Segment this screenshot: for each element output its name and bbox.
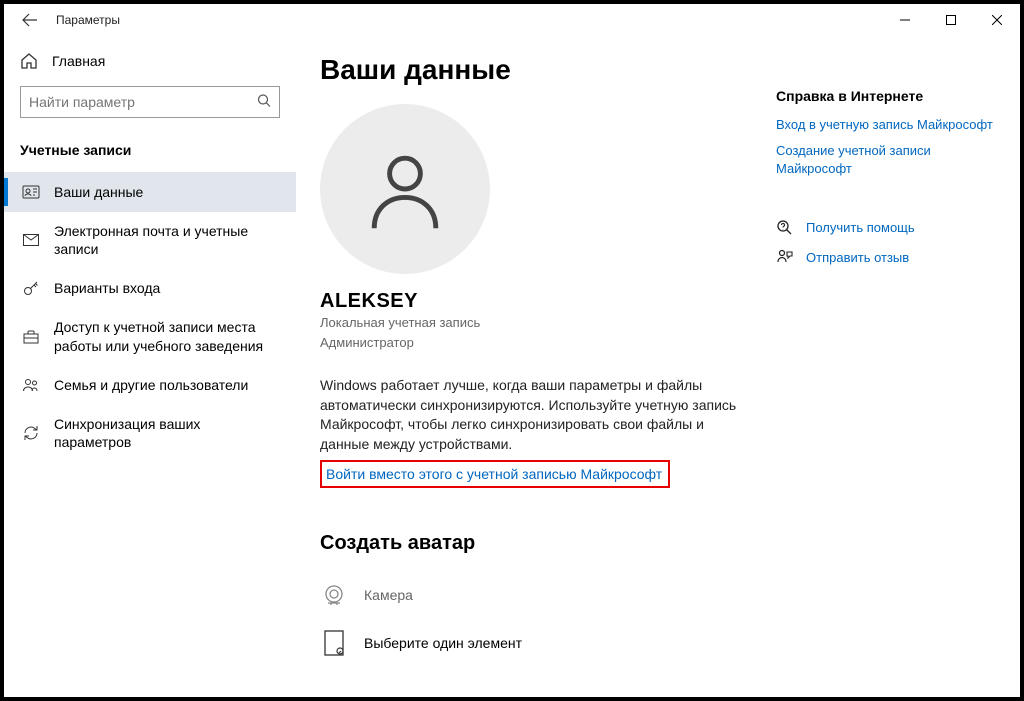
- sync-description: Windows работает лучше, когда ваши парам…: [320, 376, 752, 454]
- camera-option: Камера: [320, 571, 752, 619]
- sidebar-item-family[interactable]: Семья и другие пользователи: [4, 365, 296, 405]
- minimize-button[interactable]: [882, 4, 928, 36]
- titlebar: Параметры: [4, 4, 1020, 36]
- close-button[interactable]: [974, 4, 1020, 36]
- camera-label: Камера: [364, 587, 413, 603]
- minimize-icon: [900, 15, 910, 25]
- sidebar-section-title: Учетные записи: [4, 134, 296, 172]
- sidebar: Главная Учетные записи Ваши данные Э: [4, 36, 296, 697]
- main-content: Ваши данные ALEKSEY Локальная учетная за…: [320, 54, 752, 697]
- username: ALEKSEY: [320, 290, 752, 313]
- briefcase-icon: [22, 328, 40, 346]
- search-input[interactable]: [29, 94, 271, 110]
- sidebar-item-sync[interactable]: Синхронизация ваших параметров: [4, 405, 296, 461]
- browse-label: Выберите один элемент: [364, 635, 522, 651]
- right-panel: Справка в Интернете Вход в учетную запис…: [776, 54, 996, 697]
- id-card-icon: [22, 183, 40, 201]
- avatar-image: [320, 104, 490, 274]
- browse-option[interactable]: Выберите один элемент: [320, 619, 752, 667]
- file-icon: [320, 629, 348, 657]
- sidebar-item-label: Ваши данные: [54, 183, 143, 201]
- sidebar-item-label: Варианты входа: [54, 279, 160, 297]
- settings-window: Параметры Главная: [4, 4, 1020, 697]
- back-button[interactable]: [20, 10, 40, 30]
- signin-microsoft-link[interactable]: Войти вместо этого с учетной записью Май…: [326, 466, 662, 482]
- get-help-label: Получить помощь: [806, 220, 915, 235]
- help-heading: Справка в Интернете: [776, 88, 996, 104]
- signin-highlight-box: Войти вместо этого с учетной записью Май…: [320, 460, 670, 488]
- get-help-icon: [776, 219, 794, 237]
- window-controls: [882, 4, 1020, 36]
- main-panel: Ваши данные ALEKSEY Локальная учетная за…: [296, 36, 1020, 697]
- page-title: Ваши данные: [320, 54, 752, 86]
- window-title: Параметры: [56, 13, 120, 27]
- spacer: [776, 187, 996, 219]
- feedback-link[interactable]: Отправить отзыв: [776, 249, 996, 267]
- camera-icon: [320, 581, 348, 609]
- sidebar-item-your-info[interactable]: Ваши данные: [4, 172, 296, 212]
- sidebar-item-email[interactable]: Электронная почта и учетные записи: [4, 212, 296, 268]
- sidebar-item-work-access[interactable]: Доступ к учетной записи места работы или…: [4, 308, 296, 364]
- search-box[interactable]: [20, 86, 280, 118]
- home-icon: [20, 52, 38, 70]
- arrow-left-icon: [22, 12, 38, 28]
- help-link-create[interactable]: Создание учетной записи Майкрософт: [776, 142, 996, 178]
- close-icon: [992, 15, 1002, 25]
- sidebar-home[interactable]: Главная: [4, 44, 296, 78]
- account-role: Администратор: [320, 333, 752, 353]
- key-icon: [22, 279, 40, 297]
- sidebar-item-label: Доступ к учетной записи места работы или…: [54, 318, 280, 354]
- maximize-button[interactable]: [928, 4, 974, 36]
- feedback-icon: [776, 249, 794, 267]
- sidebar-item-signin-options[interactable]: Варианты входа: [4, 268, 296, 308]
- sidebar-item-label: Семья и другие пользователи: [54, 376, 248, 394]
- user-icon: [363, 147, 447, 231]
- sidebar-item-label: Электронная почта и учетные записи: [54, 222, 280, 258]
- people-icon: [22, 376, 40, 394]
- help-link-signin[interactable]: Вход в учетную запись Майкрософт: [776, 116, 996, 134]
- envelope-icon: [22, 231, 40, 249]
- sidebar-item-label: Синхронизация ваших параметров: [54, 415, 280, 451]
- search-icon: [257, 94, 271, 111]
- sync-icon: [22, 424, 40, 442]
- content: Главная Учетные записи Ваши данные Э: [4, 36, 1020, 697]
- create-avatar-heading: Создать аватар: [320, 532, 752, 555]
- sidebar-home-label: Главная: [52, 53, 105, 69]
- get-help-link[interactable]: Получить помощь: [776, 219, 996, 237]
- maximize-icon: [946, 15, 956, 25]
- account-type: Локальная учетная запись: [320, 313, 752, 333]
- feedback-label: Отправить отзыв: [806, 250, 909, 265]
